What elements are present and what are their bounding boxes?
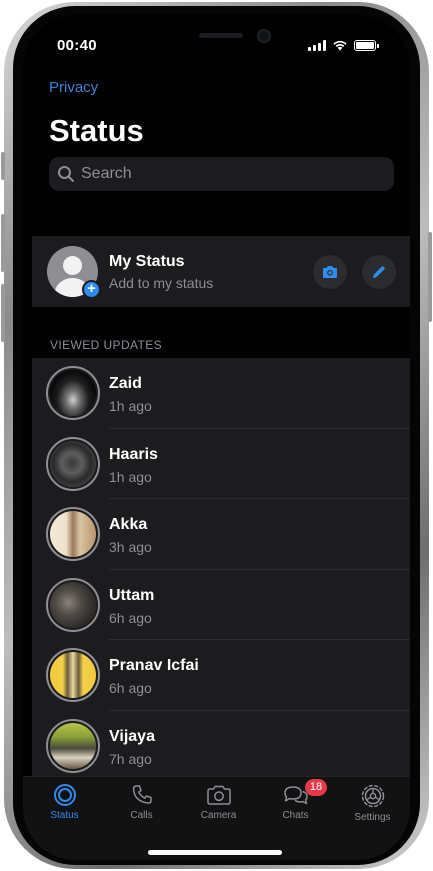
phone-icon [132, 785, 152, 804]
search-bar[interactable] [49, 157, 394, 191]
wifi-icon [333, 40, 347, 51]
status-item-pranav-icfai[interactable]: Pranav Icfai 6h ago [32, 640, 410, 711]
gear-icon [361, 784, 384, 808]
status-time: 00:40 [57, 37, 97, 54]
status-thumbnail [50, 722, 96, 769]
my-status-subtitle: Add to my status [109, 275, 214, 291]
status-time: 6h ago [109, 680, 152, 696]
status-item-akka[interactable]: Akka 3h ago [32, 499, 410, 570]
search-input[interactable] [81, 165, 381, 183]
text-status-button[interactable] [362, 255, 396, 289]
camera-icon [206, 785, 231, 805]
contact-name: Vijaya [109, 727, 155, 745]
add-status-icon: + [82, 280, 101, 299]
status-thumbnail [50, 652, 96, 698]
search-icon [58, 166, 74, 182]
status-item-zaid[interactable]: Zaid 1h ago [32, 358, 410, 429]
status-thumbnail [50, 440, 96, 487]
tab-camera[interactable]: Camera [180, 777, 257, 837]
story-ring [46, 507, 100, 561]
status-thumbnail [50, 511, 96, 557]
story-ring [46, 648, 100, 702]
contact-name: Zaid [109, 375, 142, 392]
contact-name: Pranav Icfai [109, 657, 199, 674]
status-time: 1h ago [109, 398, 152, 414]
camera-status-button[interactable] [313, 255, 347, 289]
tab-chats-label: Chats [282, 810, 309, 821]
privacy-back-link[interactable]: Privacy [49, 79, 98, 96]
unread-badge: 18 [305, 779, 327, 796]
tab-status-label: Status [50, 810, 79, 821]
volume-up-button [1, 214, 5, 272]
home-indicator[interactable] [148, 850, 282, 855]
story-ring [46, 718, 100, 773]
pencil-icon [373, 266, 385, 278]
tab-camera-label: Camera [200, 810, 237, 821]
tab-chats[interactable]: Chats 18 [257, 777, 334, 837]
camera-icon [323, 266, 337, 278]
story-ring [46, 577, 100, 632]
contact-name: Uttam [109, 586, 155, 604]
tab-settings[interactable]: Settings [334, 777, 410, 837]
viewed-updates-list: Zaid 1h ago Haaris 1h ago Akka 3h ago Ut… [32, 358, 410, 776]
status-icons [308, 39, 379, 51]
status-thumbnail [50, 581, 96, 628]
tab-settings-label: Settings [354, 812, 391, 823]
silent-switch [1, 152, 5, 180]
volume-down-button [1, 284, 5, 342]
status-item-uttam[interactable]: Uttam 6h ago [32, 570, 410, 640]
story-ring [46, 436, 100, 491]
battery-icon [354, 39, 379, 51]
earpiece-speaker [199, 33, 243, 38]
story-ring [46, 366, 100, 420]
tab-bar: Status Calls Camera Chats 18 Settings [23, 776, 410, 860]
status-bar: 00:40 [23, 15, 410, 65]
screen: 00:40 Privacy Status + My Status [23, 15, 410, 860]
signal-icon [308, 39, 326, 51]
page-title: Status [49, 113, 144, 148]
status-ring-icon [53, 784, 76, 806]
power-button [428, 232, 432, 322]
status-item-vijaya[interactable]: Vijaya 7h ago [32, 711, 410, 777]
status-time: 3h ago [109, 539, 152, 555]
my-status-name: My Status [109, 253, 185, 270]
my-status-row[interactable]: + My Status Add to my status [32, 236, 410, 307]
contact-name: Akka [109, 516, 148, 533]
viewed-updates-header: VIEWED UPDATES [50, 338, 163, 352]
tab-status[interactable]: Status [26, 777, 103, 837]
status-time: 1h ago [109, 468, 152, 485]
tab-calls-label: Calls [130, 810, 153, 821]
status-time: 6h ago [109, 609, 152, 626]
status-thumbnail [50, 370, 96, 416]
tab-calls[interactable]: Calls [103, 777, 180, 837]
status-time: 7h ago [109, 750, 152, 767]
contact-name: Haaris [109, 445, 158, 463]
front-camera [257, 29, 271, 43]
status-item-haaris[interactable]: Haaris 1h ago [32, 429, 410, 499]
